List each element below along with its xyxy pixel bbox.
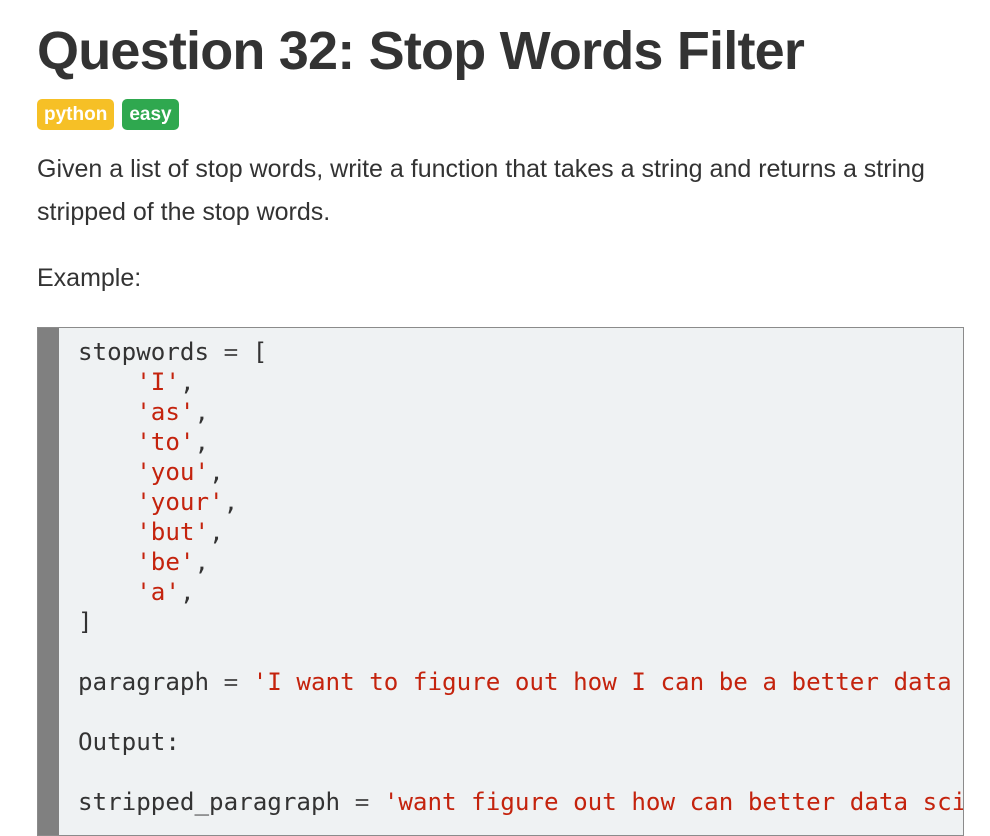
code-open-bracket: [ xyxy=(252,338,268,366)
code-stripped-value: 'want figure out how can better data sci… xyxy=(383,788,963,816)
code-stopword-item: 'your' xyxy=(136,488,224,516)
example-label: Example: xyxy=(37,264,142,292)
code-stopword-item: 'be' xyxy=(136,548,195,576)
code-paragraph-value: 'I want to figure out how I can be a bet… xyxy=(252,668,952,696)
code-stripped-var: stripped_paragraph xyxy=(78,788,341,816)
code-stopword-item: 'but' xyxy=(136,518,210,546)
code-comma: , xyxy=(209,518,224,546)
code-close-bracket: ] xyxy=(78,608,93,636)
code-stopword-item: 'a' xyxy=(136,578,180,606)
code-content: stopwords = [ 'I', 'as', 'to', 'you', 'y… xyxy=(78,337,963,817)
code-comma: , xyxy=(179,368,195,396)
code-block[interactable]: stopwords = [ 'I', 'as', 'to', 'you', 'y… xyxy=(37,327,964,836)
code-comma: , xyxy=(179,578,195,606)
code-stopword-item: 'you' xyxy=(136,458,210,486)
code-paragraph-var: paragraph xyxy=(78,668,210,696)
code-equals: = xyxy=(223,668,239,696)
question-title: Question 32: Stop Words Filter xyxy=(37,21,805,81)
code-equals: = xyxy=(354,788,370,816)
code-gutter-bar xyxy=(38,328,59,835)
code-comma: , xyxy=(194,548,210,576)
tag-list: python easy xyxy=(37,99,179,130)
code-comma: , xyxy=(223,488,239,516)
code-stopword-item: 'to' xyxy=(136,428,195,456)
code-stopword-item: 'as' xyxy=(136,398,195,426)
code-comma: , xyxy=(194,428,210,456)
tag-python[interactable]: python xyxy=(37,99,115,130)
code-output-label: Output: xyxy=(78,728,180,756)
code-equals: = xyxy=(223,338,239,366)
code-comma: , xyxy=(209,458,224,486)
tag-difficulty[interactable]: easy xyxy=(122,99,179,130)
code-stopwords-var: stopwords xyxy=(78,338,210,366)
code-stopword-item: 'I' xyxy=(136,368,180,396)
code-comma: , xyxy=(194,398,210,426)
question-description: Given a list of stop words, write a func… xyxy=(37,155,925,226)
